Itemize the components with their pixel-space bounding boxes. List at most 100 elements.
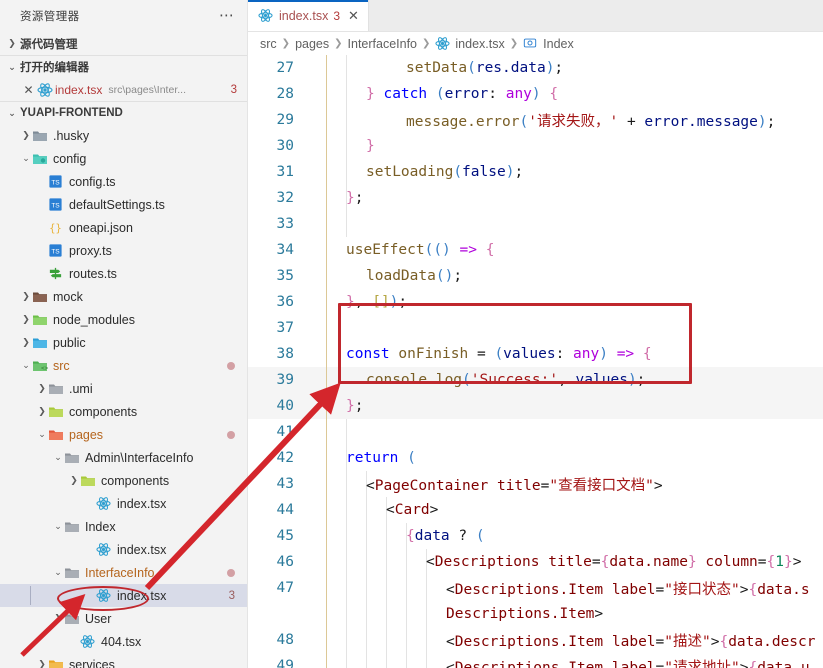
- folder-components-icon: [48, 404, 64, 420]
- tree-folder-public[interactable]: ❯ public: [0, 331, 247, 354]
- code-line[interactable]: 27 setData(res.data);: [248, 55, 823, 81]
- tree-folder-services[interactable]: ❯ services: [0, 653, 247, 668]
- tree-file-proxy-ts[interactable]: TS proxy.ts: [0, 239, 247, 262]
- code-line[interactable]: 49 <Descriptions.Item label="请求地址">{data.…: [248, 653, 823, 668]
- tree-item-label: pages: [69, 427, 104, 442]
- breadcrumb-item-index[interactable]: Index: [523, 36, 574, 52]
- ellipsis-icon[interactable]: ⋯: [219, 8, 235, 23]
- tree-file-config-ts[interactable]: TS config.ts: [0, 170, 247, 193]
- code-line[interactable]: 31 setLoading(false);: [248, 159, 823, 185]
- tree-item-label: mock: [53, 289, 83, 304]
- folder-husky-icon: [32, 128, 48, 144]
- code-line[interactable]: 46 <Descriptions title={data.name} column…: [248, 549, 823, 575]
- modified-dot-icon: [227, 430, 235, 439]
- section-open-editors[interactable]: ⌄ 打开的编辑器: [0, 55, 247, 78]
- code-text: setData(res.data);: [406, 60, 564, 76]
- annotation-file-ellipse: [57, 586, 149, 611]
- tree-file-index-tsx[interactable]: index.tsx: [0, 492, 247, 515]
- tree-file-404-tsx[interactable]: 404.tsx: [0, 630, 247, 653]
- tab-problem-count: 3: [333, 8, 341, 23]
- chevron-right-icon: ❯: [334, 38, 343, 49]
- chevron-down-icon: ⌄: [22, 153, 30, 163]
- close-icon[interactable]: ✕: [348, 8, 359, 24]
- section-source-control[interactable]: ❯ 源代码管理: [0, 32, 247, 55]
- section-label: 源代码管理: [20, 38, 78, 51]
- tree-file-routes-ts[interactable]: routes.ts: [0, 262, 247, 285]
- code-line[interactable]: 42 return (: [248, 445, 823, 471]
- code-text: <Descriptions title={data.name} column={…: [426, 554, 802, 570]
- code-line[interactable]: Descriptions.Item>: [248, 601, 823, 627]
- code-line[interactable]: 41: [248, 419, 823, 445]
- react-icon: [37, 82, 53, 98]
- line-number: 27: [276, 60, 294, 76]
- tree-file-defaultsettings-ts[interactable]: TS defaultSettings.ts: [0, 193, 247, 216]
- code-text: {data ? (: [406, 528, 485, 544]
- tree-folder--husky[interactable]: ❯ .husky: [0, 124, 247, 147]
- code-line[interactable]: 32};: [248, 185, 823, 211]
- explorer-header: 资源管理器 ⋯: [0, 0, 247, 32]
- line-number: 30: [276, 138, 294, 154]
- code-line[interactable]: 47 <Descriptions.Item label="接口状态">{data.…: [248, 575, 823, 601]
- tree-folder-config[interactable]: ⌄ config: [0, 147, 247, 170]
- breadcrumb-item-interfaceinfo[interactable]: InterfaceInfo: [348, 37, 418, 51]
- line-number: 42: [276, 450, 294, 466]
- chevron-right-icon: ❯: [509, 38, 519, 49]
- folder-pages-icon: [48, 427, 64, 443]
- folder-services-icon: [48, 657, 64, 668]
- code-line[interactable]: 35 loadData();: [248, 263, 823, 289]
- code-line[interactable]: 34 useEffect(() => {: [248, 237, 823, 263]
- tree-item-label: public: [53, 335, 86, 350]
- chevron-down-icon: ⌄: [22, 360, 30, 370]
- code-text: <Descriptions.Item label="请求地址">{data.u: [446, 659, 810, 668]
- tree-item-label: index.tsx: [117, 496, 167, 511]
- tree-folder-node_modules[interactable]: ❯ node_modules: [0, 308, 247, 331]
- chevron-right-icon: ❯: [8, 38, 16, 48]
- tree-folder-admin-interfaceinfo[interactable]: ⌄ Admin\InterfaceInfo: [0, 446, 247, 469]
- code-line[interactable]: 28} catch (error: any) {: [248, 81, 823, 107]
- tree-folder-interfaceinfo[interactable]: ⌄ InterfaceInfo: [0, 561, 247, 584]
- open-editor-item-index-tsx[interactable]: ✕ index.tsx src\pages\Inter... 3: [0, 78, 247, 101]
- code-text: };: [346, 190, 364, 206]
- open-editor-badge: 3: [230, 83, 237, 96]
- tab-label: index.tsx: [279, 8, 329, 23]
- react-icon: [258, 8, 274, 24]
- tab-index-tsx[interactable]: index.tsx 3 ✕: [248, 0, 369, 31]
- explorer-title: 资源管理器: [20, 11, 80, 23]
- tree-folder-components[interactable]: ❯ components: [0, 400, 247, 423]
- section-workspace-root[interactable]: ⌄ YUAPI-FRONTEND: [0, 101, 247, 124]
- tree-folder-user[interactable]: ❯ User: [0, 607, 247, 630]
- line-number: 33: [276, 216, 294, 232]
- breadcrumb-item-index-tsx[interactable]: index.tsx: [435, 36, 505, 52]
- code-line[interactable]: 45 {data ? (: [248, 523, 823, 549]
- tree-file-oneapi-json[interactable]: {} oneapi.json: [0, 216, 247, 239]
- close-icon[interactable]: ✕: [20, 83, 37, 97]
- tree-folder-pages[interactable]: ⌄ pages: [0, 423, 247, 446]
- line-number: 28: [276, 86, 294, 102]
- typescript-icon: TS: [48, 197, 64, 213]
- breadcrumb-item-src[interactable]: src: [260, 37, 277, 51]
- tree-folder-components[interactable]: ❯ components: [0, 469, 247, 492]
- code-line[interactable]: 44 <Card>: [248, 497, 823, 523]
- code-line[interactable]: 48 <Descriptions.Item label="描述">{data.de…: [248, 627, 823, 653]
- chevron-right-icon: ❯: [38, 383, 46, 393]
- line-number: 43: [276, 476, 294, 492]
- tree-folder--umi[interactable]: ❯ .umi: [0, 377, 247, 400]
- code-line[interactable]: 30}: [248, 133, 823, 159]
- tree-folder-index[interactable]: ⌄ Index: [0, 515, 247, 538]
- chevron-right-icon: ❯: [70, 475, 78, 485]
- code-line[interactable]: 43 <PageContainer title="查看接口文档">: [248, 471, 823, 497]
- line-number: 31: [276, 164, 294, 180]
- breadcrumb-item-pages[interactable]: pages: [295, 37, 329, 51]
- tree-file-index-tsx[interactable]: index.tsx: [0, 538, 247, 561]
- tree-item-label: node_modules: [53, 312, 136, 327]
- code-line[interactable]: 33: [248, 211, 823, 237]
- tree-folder-src[interactable]: ⌄ <> src: [0, 354, 247, 377]
- line-number: 38: [276, 346, 294, 362]
- code-line[interactable]: 29 message.error('请求失败，' + error.message)…: [248, 107, 823, 133]
- code-text: <Descriptions.Item label="描述">{data.desc…: [446, 633, 816, 650]
- tree-folder-mock[interactable]: ❯ mock: [0, 285, 247, 308]
- code-line[interactable]: 40};: [248, 393, 823, 419]
- chevron-down-icon: ⌄: [8, 107, 16, 118]
